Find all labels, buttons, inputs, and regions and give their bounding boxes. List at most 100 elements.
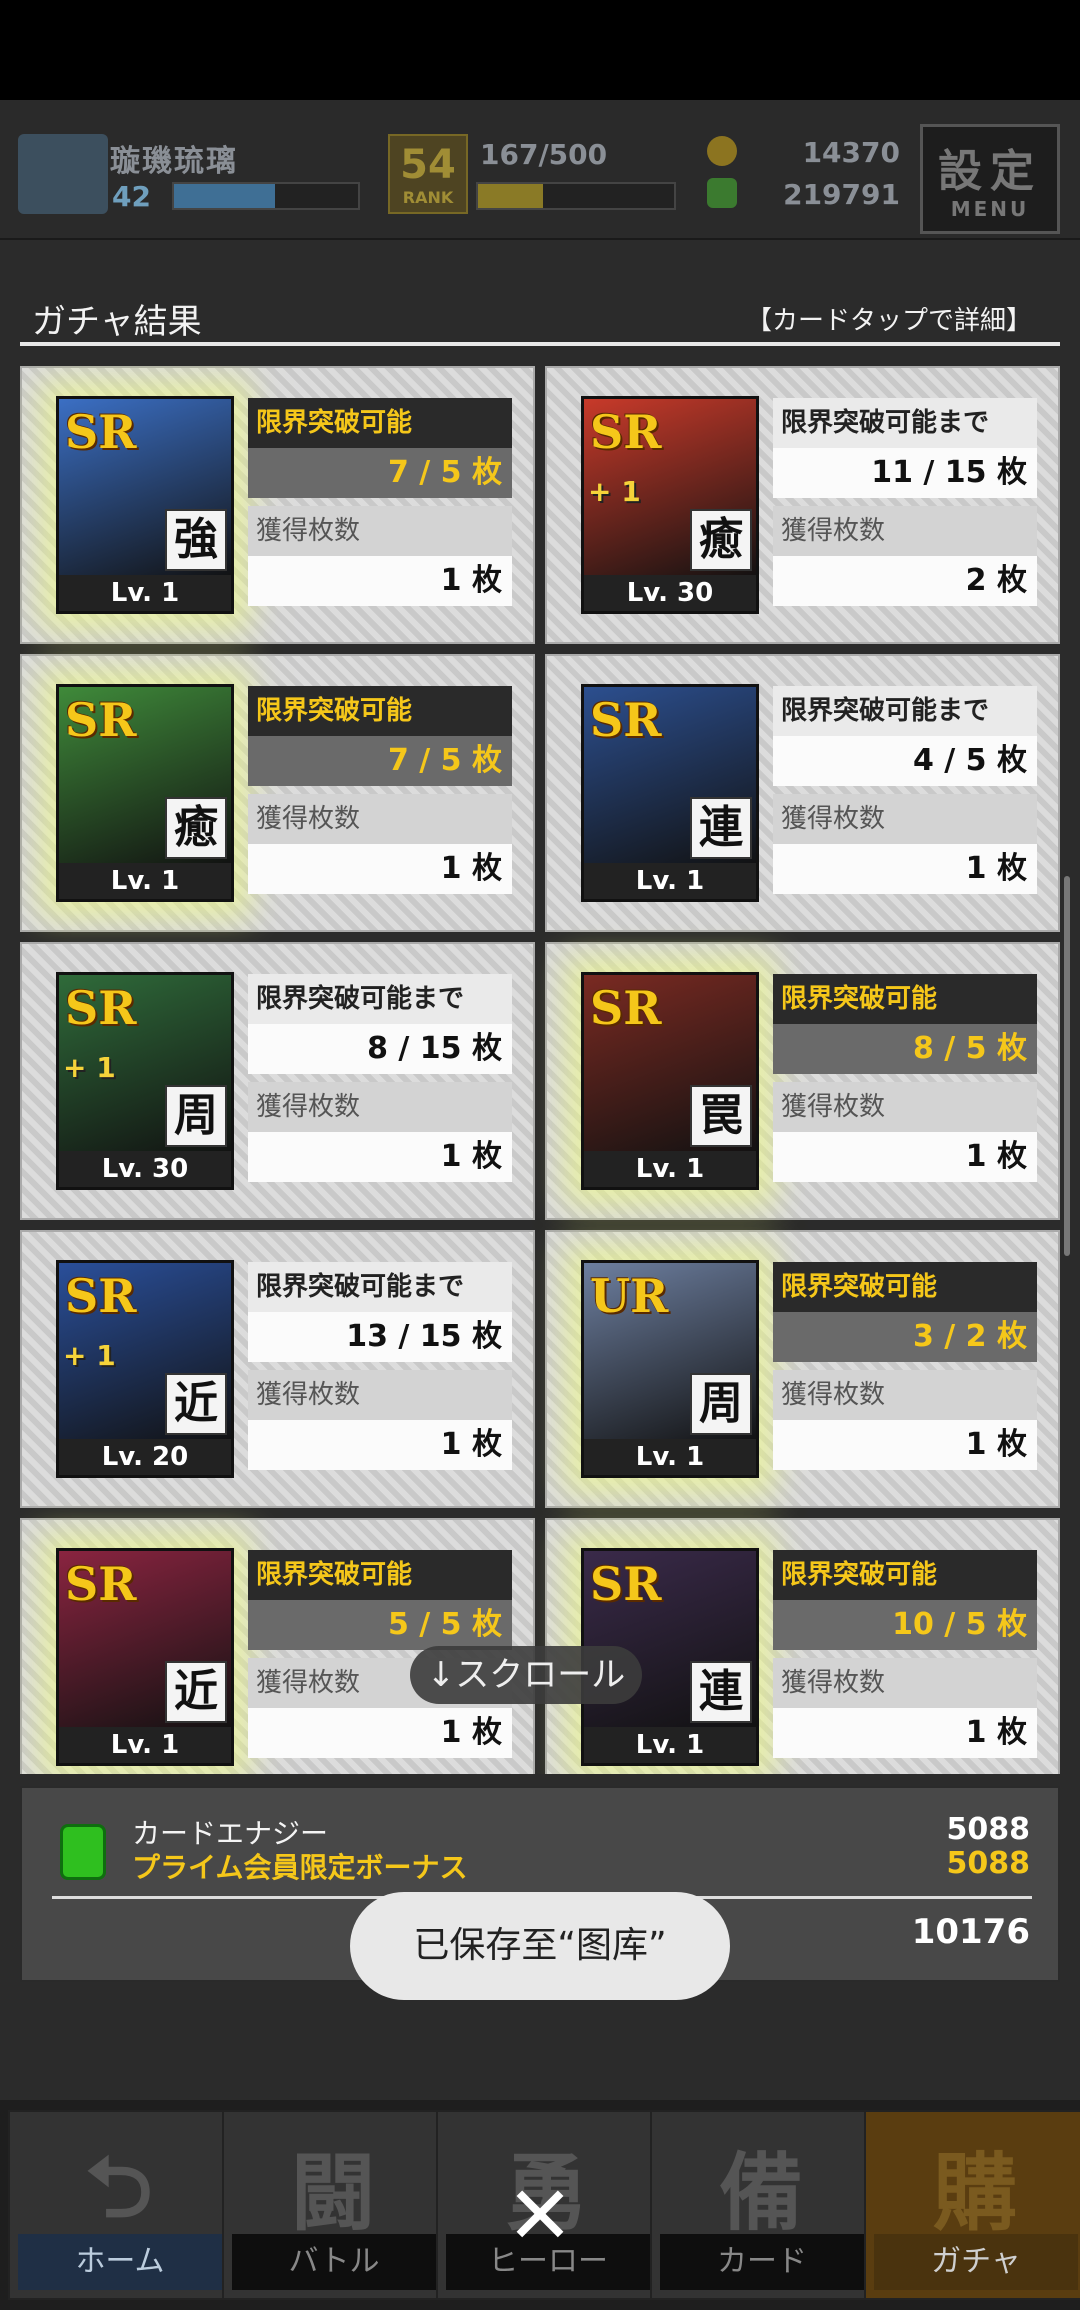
acquired-count: 2 枚 xyxy=(773,556,1037,606)
acquired-count: 1 枚 xyxy=(773,844,1037,894)
acquired-label: 獲得枚数 xyxy=(773,506,1037,556)
limit-break-status: 限界突破可能まで xyxy=(773,398,1037,448)
card-thumbnail[interactable]: SR 罠 Lv. 1 xyxy=(581,972,759,1190)
card-count: 13 / 15 枚 xyxy=(248,1312,512,1362)
exp-bar-fill xyxy=(174,184,276,208)
rarity-badge: SR xyxy=(65,1269,137,1323)
card-count: 4 / 5 枚 xyxy=(773,736,1037,786)
acquired-count: 1 枚 xyxy=(248,556,512,606)
nav-item-gacha[interactable]: 購ガチャ xyxy=(864,2110,1080,2300)
card-count: 5 / 5 枚 xyxy=(248,1600,512,1650)
limit-break-status: 限界突破可能 xyxy=(248,1550,512,1600)
bonus-label: プライム会員限定ボーナス xyxy=(132,1851,468,1884)
limit-break-status: 限界突破可能まで xyxy=(773,686,1037,736)
limit-break-status: 限界突破可能 xyxy=(773,1262,1037,1312)
acquired-label: 獲得枚数 xyxy=(248,1082,512,1132)
gacha-card-cell[interactable]: SR 癒 Lv. 1 限界突破可能 7 / 5 枚獲得枚数 1 枚 xyxy=(20,654,535,932)
role-badge: 周 xyxy=(690,1373,752,1435)
card-thumbnail[interactable]: SR 近 Lv. 1 xyxy=(56,1548,234,1766)
green-gem-icon xyxy=(707,178,737,208)
rarity-badge: SR xyxy=(65,1557,137,1611)
card-thumbnail[interactable]: SR + 1 癒 Lv. 30 xyxy=(581,396,759,614)
card-count: 8 / 15 枚 xyxy=(248,1024,512,1074)
gacha-card-cell[interactable]: UR 周 Lv. 1 限界突破可能 3 / 2 枚獲得枚数 1 枚 xyxy=(545,1230,1060,1508)
card-level: Lv. 1 xyxy=(584,1727,756,1763)
nav-item-home[interactable]: ⮌ ホーム xyxy=(8,2110,230,2300)
acquired-count: 1 枚 xyxy=(773,1132,1037,1182)
role-badge: 罠 xyxy=(690,1085,752,1147)
nav-item-battle[interactable]: 闘バトル xyxy=(222,2110,444,2300)
acquired-label: 獲得枚数 xyxy=(773,794,1037,844)
card-level: Lv. 1 xyxy=(59,575,231,611)
card-count: 7 / 5 枚 xyxy=(248,736,512,786)
gacha-card-cell[interactable]: SR + 1 近 Lv. 20 限界突破可能まで 13 / 15 枚獲得枚数 1 枚 xyxy=(20,1230,535,1508)
limit-break-status: 限界突破可能 xyxy=(773,974,1037,1024)
energy-value: 5088 xyxy=(946,1812,1031,1847)
gacha-card-cell[interactable]: SR + 1 癒 Lv. 30 限界突破可能まで 11 / 15 枚獲得枚数 2 枚 xyxy=(545,366,1060,644)
card-thumbnail[interactable]: SR 連 Lv. 1 xyxy=(581,684,759,902)
stamina-bar xyxy=(476,182,676,210)
role-badge: 強 xyxy=(165,509,227,571)
gacha-card-cell[interactable]: SR 罠 Lv. 1 限界突破可能 8 / 5 枚獲得枚数 1 枚 xyxy=(545,942,1060,1220)
player-header: 璇璣琉璃 42 54 RANK 167/500 14370 219791 設定 … xyxy=(0,100,1080,240)
energy-total: 10176 xyxy=(911,1912,1030,1952)
rarity-badge: SR xyxy=(590,693,662,747)
card-level: Lv. 30 xyxy=(584,575,756,611)
card-count: 8 / 5 枚 xyxy=(773,1024,1037,1074)
card-thumbnail[interactable]: SR 強 Lv. 1 xyxy=(56,396,234,614)
card-grid[interactable]: SR 強 Lv. 1 限界突破可能 7 / 5 枚獲得枚数 1 枚 SR + 1 癒 Lv. 30… xyxy=(20,366,1060,1774)
plus-badge: + 1 xyxy=(63,1051,116,1084)
role-badge: 連 xyxy=(690,797,752,859)
card-count: 7 / 5 枚 xyxy=(248,448,512,498)
scroll-hint: ↓スクロール xyxy=(410,1646,642,1704)
nav-battle-icon: 闘 xyxy=(290,2144,375,2242)
acquired-label: 獲得枚数 xyxy=(248,1370,512,1420)
tap-hint: 【カードタップで詳細】 xyxy=(745,306,1032,336)
gacha-card-cell[interactable]: SR 強 Lv. 1 限界突破可能 7 / 5 枚獲得枚数 1 枚 xyxy=(20,366,535,644)
nav-gacha-icon: 購 xyxy=(932,2144,1017,2242)
gacha-card-cell[interactable]: SR + 1 周 Lv. 30 限界突破可能まで 8 / 15 枚獲得枚数 1 枚 xyxy=(20,942,535,1220)
menu-button-label: MENU xyxy=(950,197,1030,221)
limit-break-status: 限界突破可能 xyxy=(248,398,512,448)
acquired-label: 獲得枚数 xyxy=(773,1658,1037,1708)
card-thumbnail[interactable]: SR + 1 周 Lv. 30 xyxy=(56,972,234,1190)
rarity-badge: UR xyxy=(590,1269,669,1323)
role-badge: 癒 xyxy=(690,509,752,571)
card-thumbnail[interactable]: UR 周 Lv. 1 xyxy=(581,1260,759,1478)
gacha-card-cell[interactable]: SR 連 Lv. 1 限界突破可能まで 4 / 5 枚獲得枚数 1 枚 xyxy=(545,654,1060,932)
menu-button-kanji: 設定 xyxy=(938,146,1042,197)
exp-bar xyxy=(172,182,360,210)
limit-break-status: 限界突破可能まで xyxy=(248,1262,512,1312)
card-level: Lv. 1 xyxy=(59,863,231,899)
card-count: 11 / 15 枚 xyxy=(773,448,1037,498)
rank-number: 54 xyxy=(400,142,456,188)
role-badge: 近 xyxy=(165,1661,227,1723)
nav-battle-label: バトル xyxy=(232,2234,436,2290)
gold-amount: 14370 xyxy=(802,136,900,169)
acquired-count: 1 枚 xyxy=(248,844,512,894)
card-thumbnail[interactable]: SR 癒 Lv. 1 xyxy=(56,684,234,902)
nav-item-card[interactable]: 備カード xyxy=(650,2110,872,2300)
card-level: Lv. 20 xyxy=(59,1439,231,1475)
gacha-card-cell[interactable]: SR 連 Lv. 1 限界突破可能 10 / 5 枚獲得枚数 1 枚 xyxy=(545,1518,1060,1774)
scrollbar[interactable] xyxy=(1064,876,1070,1256)
player-name: 璇璣琉璃 xyxy=(110,144,238,179)
title-underline xyxy=(20,342,1060,346)
limit-break-status: 限界突破可能まで xyxy=(248,974,512,1024)
rarity-badge: SR xyxy=(65,981,137,1035)
acquired-label: 獲得枚数 xyxy=(248,794,512,844)
role-badge: 癒 xyxy=(165,797,227,859)
card-level: Lv. 1 xyxy=(584,863,756,899)
rarity-badge: SR xyxy=(65,693,137,747)
acquired-count: 1 枚 xyxy=(773,1708,1037,1758)
acquired-count: 1 枚 xyxy=(773,1420,1037,1470)
menu-button[interactable]: 設定 MENU xyxy=(920,124,1060,234)
acquired-count: 1 枚 xyxy=(248,1708,512,1758)
card-thumbnail[interactable]: SR + 1 近 Lv. 20 xyxy=(56,1260,234,1478)
role-badge: 連 xyxy=(690,1661,752,1723)
close-icon[interactable]: ✕ xyxy=(500,2176,580,2256)
card-level: Lv. 30 xyxy=(59,1151,231,1187)
results-title: ガチャ結果 xyxy=(32,302,202,342)
results-title-bar: ガチャ結果 【カードタップで詳細】 xyxy=(20,290,1060,346)
card-count: 3 / 2 枚 xyxy=(773,1312,1037,1362)
